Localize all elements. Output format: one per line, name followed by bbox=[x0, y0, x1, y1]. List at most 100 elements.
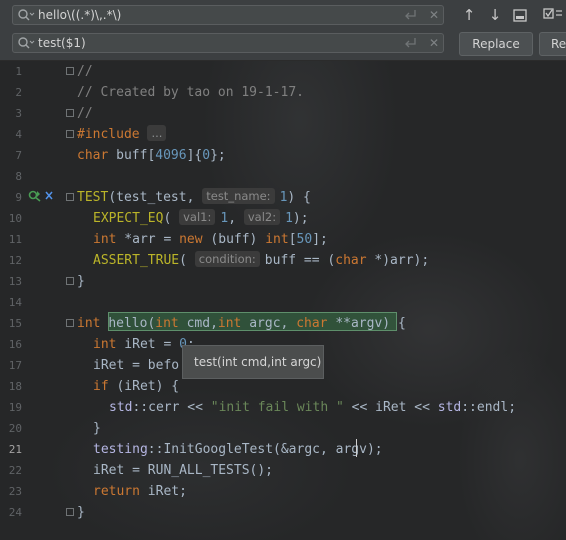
newline-icon[interactable] bbox=[403, 8, 419, 22]
code-text: *arr = bbox=[116, 232, 180, 247]
line-number: 11 bbox=[8, 233, 22, 246]
code-line-24: } bbox=[77, 505, 85, 520]
fold-marker[interactable] bbox=[66, 319, 74, 327]
code-text: buff == ( bbox=[264, 253, 336, 268]
code-line-13: } bbox=[77, 274, 85, 289]
replace-field[interactable]: ✕ bbox=[12, 33, 444, 53]
run-test-icon[interactable] bbox=[28, 189, 60, 203]
line-number: 21 bbox=[8, 443, 22, 456]
line-number: 16 bbox=[8, 338, 22, 351]
test-gutter-icons[interactable] bbox=[28, 188, 60, 202]
line-number: 7 bbox=[15, 149, 22, 162]
line-number: 17 bbox=[8, 359, 22, 372]
keyword: int bbox=[93, 337, 117, 352]
parameter-hint: val1: bbox=[179, 209, 216, 225]
line-number: 13 bbox=[8, 275, 22, 288]
code-text: iRet; bbox=[139, 484, 187, 499]
replace-input[interactable] bbox=[38, 35, 378, 51]
namespace: std bbox=[109, 400, 133, 415]
code-text: ]; bbox=[312, 232, 328, 247]
namespace: testing bbox=[93, 442, 148, 457]
fold-marker[interactable] bbox=[66, 277, 74, 285]
keyword: int bbox=[77, 316, 101, 331]
code-text: ( bbox=[179, 253, 195, 268]
clear-icon[interactable]: ✕ bbox=[429, 7, 439, 23]
gutter: 1 2 3 4 7 8 9 10 11 12 13 14 15 16 17 18… bbox=[0, 61, 64, 540]
replace-button[interactable]: Replace bbox=[459, 32, 533, 56]
code-line-19: std::cerr << "init fail with " << iRet <… bbox=[109, 397, 516, 418]
code-text: ::InitGoogleTest(&argc, argv); bbox=[147, 442, 383, 457]
code-text: << iRet << bbox=[343, 400, 438, 415]
number: 50 bbox=[296, 232, 313, 247]
code-text: ( bbox=[163, 211, 180, 226]
code-line-22: iRet = RUN_ALL_TESTS(); bbox=[93, 463, 274, 478]
code-text: [ bbox=[288, 232, 297, 247]
keyword: return bbox=[93, 484, 140, 499]
code-text: buff[ bbox=[108, 148, 156, 163]
macro: ASSERT_TRUE bbox=[93, 253, 180, 268]
parameter-hint: test_name: bbox=[202, 188, 275, 204]
keyword: int bbox=[217, 316, 242, 331]
code-line-15: int hello(int cmd,int argc, char **argv)… bbox=[77, 313, 406, 334]
code-text: ); bbox=[292, 211, 309, 226]
function-name: hello bbox=[108, 316, 148, 331]
line-number: 4 bbox=[15, 128, 22, 141]
number: 1 bbox=[285, 211, 293, 226]
select-all-icon[interactable] bbox=[513, 9, 527, 22]
code-text: iRet = bbox=[116, 337, 180, 352]
arrow-down-icon[interactable]: ↓ bbox=[486, 6, 504, 24]
line-number: 10 bbox=[8, 212, 22, 225]
include-directive: #include bbox=[77, 127, 140, 142]
code-line-11: int *arr = new (buff) int[50]; bbox=[93, 229, 328, 250]
search-input[interactable] bbox=[38, 7, 378, 23]
code-text: (buff) bbox=[202, 232, 266, 247]
line-number: 24 bbox=[8, 506, 22, 519]
newline-icon[interactable] bbox=[403, 36, 419, 50]
code-text: ::endl; bbox=[461, 400, 517, 415]
keyword: char bbox=[77, 148, 109, 163]
fold-marker[interactable] bbox=[66, 130, 74, 138]
keyword: char bbox=[296, 316, 328, 331]
replace-preview-tooltip: test(int cmd,int argc) bbox=[182, 345, 324, 379]
code-line-3: // bbox=[77, 106, 93, 121]
keyword: int bbox=[155, 316, 179, 331]
macro: EXPECT_EQ bbox=[93, 211, 164, 226]
code-text: , bbox=[228, 211, 244, 226]
line-number: 19 bbox=[8, 401, 22, 414]
line-number: 20 bbox=[8, 422, 22, 435]
text-caret bbox=[356, 439, 357, 457]
code-line-20: } bbox=[93, 421, 101, 436]
line-number: 22 bbox=[8, 464, 22, 477]
arrow-up-icon[interactable]: ↑ bbox=[460, 6, 478, 24]
code-line-21: testing::InitGoogleTest(&argc, argv); bbox=[93, 439, 383, 460]
fold-marker[interactable] bbox=[66, 109, 74, 117]
code-line-23: return iRet; bbox=[93, 481, 187, 502]
line-number: 2 bbox=[15, 86, 22, 99]
clear-icon[interactable]: ✕ bbox=[429, 35, 439, 51]
fold-marker[interactable] bbox=[66, 67, 74, 75]
macro: TEST bbox=[77, 190, 109, 205]
keyword: char bbox=[335, 253, 367, 268]
keyword: int bbox=[265, 232, 289, 247]
code-editor[interactable]: 1 2 3 4 7 8 9 10 11 12 13 14 15 16 17 18… bbox=[0, 61, 566, 540]
line-number: 23 bbox=[8, 485, 22, 498]
search-icon bbox=[18, 37, 35, 49]
fold-marker[interactable] bbox=[66, 193, 74, 201]
line-number: 8 bbox=[15, 170, 22, 183]
code-line-4: #include ... bbox=[77, 124, 171, 145]
code-line-1: // bbox=[77, 64, 93, 79]
code-line-7: char buff[4096]{0}; bbox=[77, 145, 226, 166]
parameter-hint: condition: bbox=[194, 251, 260, 267]
code-line-2: // Created by tao on 19-1-17. bbox=[77, 85, 304, 100]
code-text: (iRet) { bbox=[108, 379, 180, 394]
replace-all-button[interactable]: Re bbox=[539, 32, 566, 56]
search-field[interactable]: ✕ bbox=[12, 5, 444, 25]
fold-marker[interactable] bbox=[66, 508, 74, 516]
folded-region[interactable]: ... bbox=[147, 125, 167, 141]
code-text: ) { bbox=[287, 190, 311, 205]
filter-icon[interactable] bbox=[543, 7, 563, 21]
code-line-9: TEST(test_test, test_name: 1) { bbox=[77, 187, 311, 208]
code-text: ]{ bbox=[186, 148, 203, 163]
code-text: argc, bbox=[241, 316, 297, 331]
code-line-12: ASSERT_TRUE( condition: buff == (char *)a… bbox=[93, 250, 429, 271]
